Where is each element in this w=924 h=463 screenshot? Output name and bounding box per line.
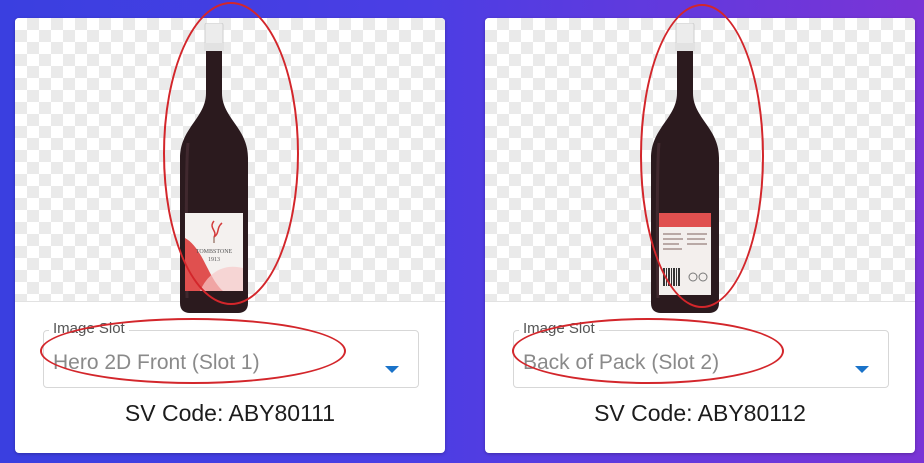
chevron-down-icon[interactable]: [385, 366, 399, 373]
chevron-down-icon[interactable]: [855, 366, 869, 373]
image-slot-label-2: Image Slot: [519, 320, 599, 337]
image-card-slot-1: TOMBSTONE 1913 Image Slot Hero 2D Front …: [15, 18, 445, 453]
image-slot-label-1: Image Slot: [49, 320, 129, 337]
bottle-label-year: 1913: [208, 257, 220, 263]
image-slot-value-1[interactable]: Hero 2D Front (Slot 1): [53, 351, 260, 375]
wine-bottle-front-image: TOMBSTONE 1913: [180, 23, 248, 313]
sv-code-2: SV Code: ABY80112: [594, 400, 806, 426]
wine-bottle-back-image: [651, 23, 719, 313]
bottle-label-brand: TOMBSTONE: [196, 249, 233, 255]
image-card-slot-2: Image Slot Back of Pack (Slot 2) SV Code…: [485, 18, 915, 453]
image-slot-value-2[interactable]: Back of Pack (Slot 2): [523, 351, 719, 375]
sv-code-1: SV Code: ABY80111: [124, 400, 336, 426]
